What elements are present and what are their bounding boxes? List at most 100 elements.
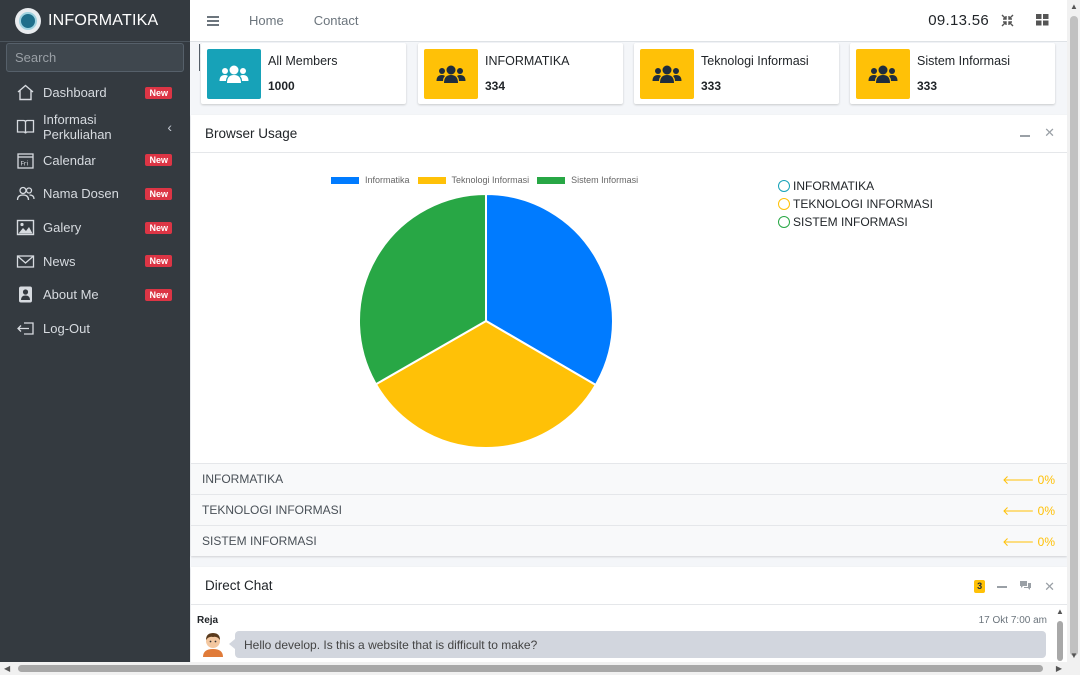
browser-usage-card: Browser Usage ✕ Informatika Teknologi In… [191, 115, 1067, 556]
chart-legend: Informatika Teknologi Informasi Sistem I… [331, 175, 638, 185]
legend-label: Informatika [365, 175, 410, 185]
sidebar-item-news[interactable]: News New [0, 244, 190, 278]
sidebar-item-nama-dosen[interactable]: Nama Dosen New [0, 177, 190, 211]
users-icon [424, 48, 478, 99]
scroll-right-icon[interactable]: ▶ [1056, 664, 1062, 673]
chart-side-legend: INFORMATIKA TEKNOLOGI INFORMASI SISTEM I… [778, 177, 933, 231]
arrow-left-icon: 🡐 [1002, 472, 1035, 487]
legend-label: Sistem Informasi [571, 175, 639, 185]
grid-icon[interactable] [1036, 14, 1049, 29]
side-legend-label: INFORMATIKA [793, 179, 875, 193]
card-tools: ✕ [1020, 126, 1055, 139]
card-title: Direct Chat [205, 578, 273, 593]
clock: 09.13.56 [928, 12, 989, 29]
new-messages-badge: 3 [974, 580, 986, 593]
list-item-value: 0% [1037, 472, 1055, 487]
sidebar-item-label: About Me [43, 287, 99, 303]
info-box-sistem-informasi: Sistem Informasi 333 [850, 43, 1055, 104]
person-icon [16, 286, 38, 304]
sidebar-item-dashboard[interactable]: Dashboard New [0, 76, 190, 110]
info-box-number: 334 [485, 79, 506, 93]
chat-sender-name: Reja [197, 615, 219, 626]
fullscreen-exit-icon[interactable] [1001, 14, 1014, 30]
info-box-label: Sistem Informasi [917, 54, 1011, 68]
search-input[interactable] [7, 44, 199, 71]
info-box-label: All Members [268, 54, 338, 68]
chat-timestamp: 17 Okt 7:00 am [978, 615, 1047, 626]
list-item[interactable]: INFORMATIKA 🡐 0% [191, 463, 1067, 494]
collapse-icon[interactable] [1020, 134, 1031, 137]
legend-label: Teknologi Informasi [451, 175, 530, 185]
info-box-informatika: INFORMATIKA 334 [418, 43, 623, 104]
page-horizontal-scrollbar[interactable]: ◀ ▶ [0, 662, 1080, 675]
sidebar-item-log-out[interactable]: Log-Out [0, 312, 190, 346]
scrollbar-thumb[interactable] [18, 665, 1043, 672]
sidebar-item-label: Informasi Perkuliahan [43, 111, 112, 142]
new-badge: New [145, 86, 172, 99]
new-badge: New [145, 288, 172, 301]
arrow-left-icon: 🡐 [1002, 503, 1035, 518]
list-item-value: 0% [1037, 503, 1055, 518]
logout-icon [16, 320, 38, 338]
users-icon [856, 48, 910, 99]
sidebar-item-label: Calendar [43, 152, 96, 168]
side-legend-item: SISTEM INFORMASI [778, 213, 933, 231]
sidebar-item-galery[interactable]: Galery New [0, 211, 190, 245]
sidebar-item-label: News [43, 253, 76, 269]
legend-item[interactable]: Informatika [331, 175, 410, 185]
collapse-icon[interactable] [997, 585, 1008, 588]
nav-contact-link[interactable]: Contact [314, 13, 359, 28]
list-item[interactable]: TEKNOLOGI INFORMASI 🡐 0% [191, 494, 1067, 525]
legend-item[interactable]: Sistem Informasi [537, 175, 638, 185]
card-title: Browser Usage [205, 126, 298, 141]
list-item[interactable]: SISTEM INFORMASI 🡐 0% [191, 525, 1067, 556]
info-box-teknologi-informasi: Teknologi Informasi 333 [634, 43, 839, 104]
chat-scrollbar[interactable]: ▲ [1056, 607, 1064, 663]
brand-logo-icon [15, 7, 41, 34]
envelope-icon [16, 252, 38, 270]
side-legend-item: INFORMATIKA [778, 177, 933, 195]
home-icon [16, 84, 38, 102]
brand-name: INFORMATIKA [48, 11, 159, 29]
nav-home-link[interactable]: Home [249, 13, 284, 28]
close-icon[interactable]: ✕ [1044, 580, 1055, 593]
info-box-number: 333 [917, 79, 938, 93]
page-vertical-scrollbar[interactable]: ▲ ▼ [1067, 0, 1080, 662]
chat-contacts-icon[interactable] [1019, 579, 1032, 594]
close-icon[interactable]: ✕ [1044, 126, 1055, 139]
image-icon [16, 219, 38, 237]
chat-message-bubble: Hello develop. Is this a website that is… [229, 631, 1046, 658]
calendar-icon-text: Fri [21, 159, 29, 167]
info-box-label: Teknologi Informasi [701, 54, 809, 68]
scroll-up-icon[interactable]: ▲ [1070, 2, 1078, 11]
side-legend-label: TEKNOLOGI INFORMASI [793, 197, 934, 211]
sidebar-nav: Dashboard New Informasi Perkuliahan ‹ Fr… [0, 76, 190, 346]
menu-toggle-icon[interactable] [207, 14, 219, 28]
scroll-left-icon[interactable]: ◀ [4, 664, 10, 673]
list-item-label: SISTEM INFORMASI [202, 534, 317, 548]
sidebar-item-label: Dashboard [43, 85, 107, 101]
brand-link[interactable]: INFORMATIKA [0, 0, 190, 42]
side-legend-label: SISTEM INFORMASI [793, 215, 908, 229]
info-box-all-members: All Members 1000 [201, 43, 406, 104]
new-badge: New [145, 154, 172, 167]
direct-chat-card: Direct Chat 3 ✕ Reja 17 Okt 7:00 am Hell… [191, 567, 1067, 662]
book-icon [16, 118, 38, 136]
scroll-down-icon[interactable]: ▼ [1070, 651, 1078, 660]
list-item-label: TEKNOLOGI INFORMASI [202, 503, 343, 517]
info-box-number: 1000 [268, 79, 295, 93]
scrollbar-thumb[interactable] [1070, 16, 1078, 656]
sidebar-item-informasi-perkuliahan[interactable]: Informasi Perkuliahan ‹ [0, 110, 190, 144]
sidebar-item-about-me[interactable]: About Me New [0, 278, 190, 312]
chevron-left-icon: ‹ [167, 118, 172, 135]
info-box-label: INFORMATIKA [485, 54, 570, 68]
sidebar-item-label: Nama Dosen [43, 186, 119, 202]
card-tools: 3 ✕ [974, 579, 1055, 594]
card-header: Direct Chat [191, 567, 1067, 605]
sidebar-item-label: Galery [43, 220, 82, 236]
users-icon [16, 185, 38, 203]
scroll-up-icon[interactable]: ▲ [1056, 607, 1064, 616]
legend-item[interactable]: Teknologi Informasi [417, 175, 530, 185]
list-item-value: 0% [1037, 534, 1055, 549]
sidebar-item-calendar[interactable]: Fri Calendar New [0, 143, 190, 177]
